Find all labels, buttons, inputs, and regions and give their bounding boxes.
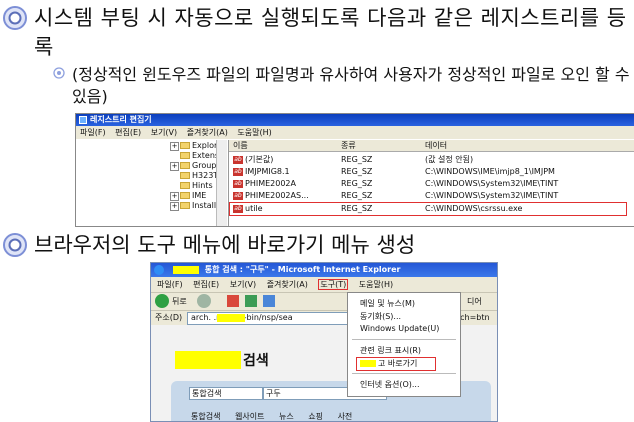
- column-type[interactable]: 종류: [341, 140, 356, 151]
- menu-help[interactable]: 도움말(H): [359, 280, 393, 289]
- menu-divider: [352, 373, 456, 374]
- table-row[interactable]: ab (기본값) REG_SZ (값 설정 안됨): [229, 154, 634, 165]
- menu-view[interactable]: 보기(V): [230, 280, 256, 289]
- expand-icon[interactable]: +: [170, 142, 179, 151]
- address-label: 주소(D): [155, 313, 183, 322]
- address-tail: rch=btn: [457, 313, 490, 322]
- forward-icon[interactable]: [197, 294, 211, 308]
- menu-item-shortcut[interactable]: 고 바로가기: [378, 358, 417, 369]
- table-row[interactable]: ab PHIME2002AS... REG_SZ C:\WINDOWS\Syste…: [229, 190, 634, 201]
- folder-icon: [180, 182, 190, 189]
- registry-app-icon: [79, 116, 87, 124]
- string-value-icon: ab: [233, 155, 243, 164]
- menu-item[interactable]: 관련 링크 표시(R): [360, 345, 421, 356]
- menu-edit[interactable]: 편집(E): [115, 128, 141, 137]
- folder-icon: [180, 162, 190, 169]
- menu-item[interactable]: Windows Update(U): [360, 324, 439, 333]
- table-row[interactable]: ab PHIME2002A REG_SZ C:\WINDOWS\System32\…: [229, 178, 634, 189]
- registry-menu-bar: 파일(F) 편집(E) 보기(V) 즐겨찾기(A) 도움말(H): [76, 126, 634, 139]
- menu-item[interactable]: 동기화(S)...: [360, 311, 401, 322]
- column-data[interactable]: 데이터: [425, 140, 447, 151]
- redacted-marker: [217, 314, 245, 322]
- back-icon[interactable]: [155, 294, 169, 308]
- menu-item[interactable]: 인터넷 옵션(O)...: [360, 379, 420, 390]
- folder-icon: [180, 202, 190, 209]
- page-heading: 검색: [243, 353, 269, 369]
- menu-favorites[interactable]: 즐겨찾기(A): [267, 280, 308, 289]
- tree-item[interactable]: Installe: [180, 200, 221, 211]
- redacted-marker: [173, 265, 199, 274]
- redacted-logo: [175, 351, 241, 369]
- menu-help[interactable]: 도움말(H): [237, 128, 271, 137]
- menu-divider: [352, 339, 456, 340]
- home-icon[interactable]: [263, 295, 275, 307]
- string-value-icon: ab: [233, 167, 243, 176]
- expand-icon[interactable]: +: [170, 192, 179, 201]
- go-label[interactable]: 디어: [467, 293, 482, 310]
- menu-tools[interactable]: 도구(T): [318, 279, 349, 290]
- tools-menu-popup: 메일 및 뉴스(M) 동기화(S)... Windows Update(U) 관…: [347, 292, 461, 397]
- expand-icon[interactable]: +: [170, 202, 179, 211]
- registry-title-bar: 레지스트리 편집기: [76, 114, 634, 126]
- sub-bullet-icon: [53, 67, 65, 79]
- registry-editor-screenshot: 레지스트리 편집기 파일(F) 편집(E) 보기(V) 즐겨찾기(A) 도움말(…: [75, 113, 634, 227]
- ring-bullet-icon: [3, 233, 27, 257]
- menu-favorites[interactable]: 즐겨찾기(A): [187, 128, 228, 137]
- menu-file[interactable]: 파일(F): [157, 280, 183, 289]
- refresh-icon[interactable]: [245, 295, 257, 307]
- folder-icon: [180, 192, 190, 199]
- bullet-text-2: 브라우저의 도구 메뉴에 바로가기 메뉴 생성: [34, 233, 416, 257]
- sub-bullet-text: (정상적인 윈도우즈 파일의 파일명과 유사하여 사용자가 정상적인 파일로 오…: [72, 65, 630, 106]
- menu-file[interactable]: 파일(F): [80, 128, 106, 137]
- string-value-icon: ab: [233, 191, 243, 200]
- stop-icon[interactable]: [227, 295, 239, 307]
- redacted-marker: [360, 360, 376, 367]
- menu-item[interactable]: 메일 및 뉴스(M): [360, 298, 415, 309]
- menu-view[interactable]: 보기(V): [151, 128, 177, 137]
- tree-scrollbar[interactable]: [216, 140, 227, 226]
- menu-edit[interactable]: 편집(E): [193, 280, 219, 289]
- highlight-box: [229, 202, 627, 216]
- ring-bullet-icon: [3, 6, 27, 30]
- table-row[interactable]: ab IMJPMIG8.1 REG_SZ C:\WINDOWS\IME\imjp8…: [229, 166, 634, 177]
- registry-title: 레지스트리 편집기: [90, 115, 152, 124]
- folder-icon: [180, 142, 190, 149]
- bottom-tabs: 통합검색 웹사이트 뉴스 쇼핑 사전: [191, 411, 352, 421]
- ie-menu-bar: 파일(F) 편집(E) 보기(V) 즐겨찾기(A) 도구(T) 도움말(H): [151, 277, 497, 292]
- expand-icon[interactable]: +: [170, 162, 179, 171]
- bullet-text-1: 시스템 부팅 시 자동으로 실행되도록 다음과 같은 레지스트리를 등록: [34, 6, 627, 59]
- registry-tree: + Explore Extens + Group H323TS Hints + …: [76, 140, 229, 226]
- column-name[interactable]: 이름: [233, 140, 248, 151]
- string-value-icon: ab: [233, 179, 243, 188]
- ie-title: 통합 검색 : "구두" - Microsoft Internet Explor…: [204, 265, 401, 274]
- search-scope-select[interactable]: 통합검색: [189, 387, 263, 400]
- ie-logo-icon: [154, 265, 164, 275]
- registry-column-header: 이름 종류 데이터: [229, 140, 634, 152]
- folder-icon: [180, 152, 190, 159]
- folder-icon: [180, 172, 190, 179]
- back-label[interactable]: 뒤로: [172, 293, 187, 310]
- ie-title-bar: 통합 검색 : "구두" - Microsoft Internet Explor…: [151, 263, 497, 277]
- ie-screenshot: 통합 검색 : "구두" - Microsoft Internet Explor…: [150, 262, 498, 422]
